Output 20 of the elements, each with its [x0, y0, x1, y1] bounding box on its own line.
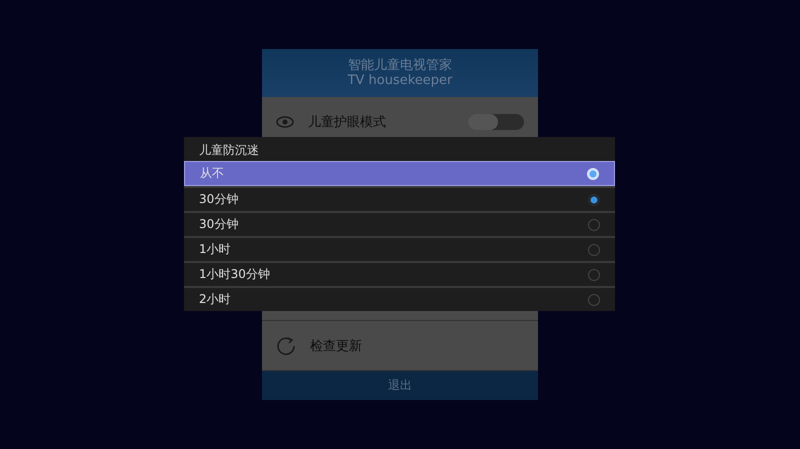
app-title: 智能儿童电视管家	[348, 58, 452, 73]
option-label: 从不	[200, 165, 224, 182]
option-label: 2小时	[199, 291, 231, 308]
radio-button[interactable]	[588, 194, 600, 206]
radio-button[interactable]	[588, 294, 600, 306]
app-subtitle: TV housekeeper	[348, 73, 452, 88]
option-row[interactable]: 从不	[184, 161, 615, 186]
radio-button[interactable]	[588, 218, 600, 230]
toggle-switch[interactable]	[468, 114, 524, 130]
option-label: 30分钟	[199, 216, 238, 233]
dialog-title: 儿童防沉迷	[198, 142, 260, 159]
setting-label: 检查更新	[310, 338, 363, 354]
setting-label: 儿童护眼模式	[308, 114, 387, 130]
option-label: 1小时30分钟	[199, 266, 270, 283]
radio-button[interactable]	[588, 244, 600, 256]
radio-button[interactable]	[588, 268, 600, 280]
option-label: 30分钟	[199, 191, 238, 208]
refresh-icon	[276, 336, 296, 356]
option-label: 1小时	[199, 241, 231, 258]
eye-icon	[276, 116, 294, 128]
